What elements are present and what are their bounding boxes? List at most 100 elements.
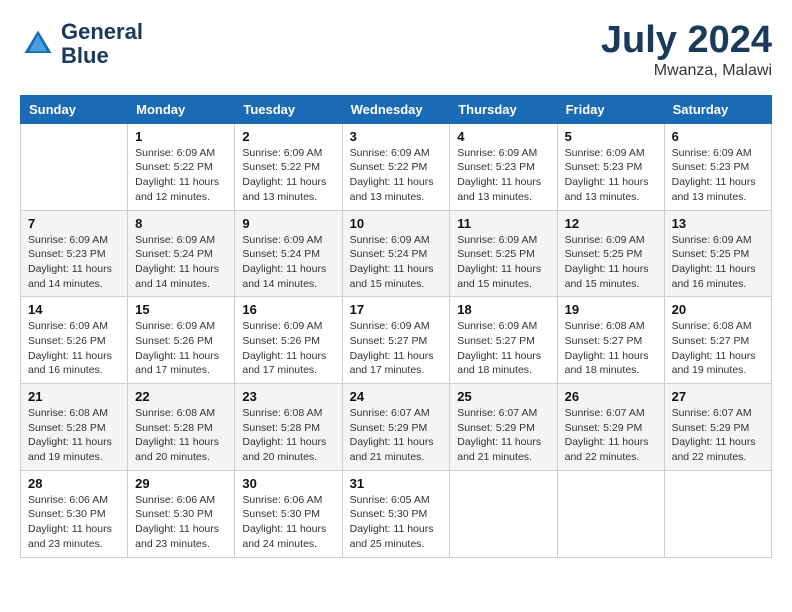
day-info: Sunrise: 6:09 AM Sunset: 5:26 PM Dayligh… xyxy=(28,319,120,378)
day-number: 24 xyxy=(350,389,443,404)
sunset-text: Sunset: 5:27 PM xyxy=(350,335,428,347)
sunrise-text: Sunrise: 6:07 AM xyxy=(457,407,537,419)
calendar-cell: 13 Sunrise: 6:09 AM Sunset: 5:25 PM Dayl… xyxy=(664,210,771,297)
calendar-header-row: SundayMondayTuesdayWednesdayThursdayFrid… xyxy=(21,95,772,123)
sunrise-text: Sunrise: 6:09 AM xyxy=(350,234,430,246)
day-info: Sunrise: 6:09 AM Sunset: 5:25 PM Dayligh… xyxy=(565,233,657,292)
sunset-text: Sunset: 5:24 PM xyxy=(350,248,428,260)
day-info: Sunrise: 6:09 AM Sunset: 5:22 PM Dayligh… xyxy=(350,146,443,205)
daylight-text: Daylight: 11 hours and 13 minutes. xyxy=(242,176,326,203)
daylight-text: Daylight: 11 hours and 20 minutes. xyxy=(242,436,326,463)
daylight-text: Daylight: 11 hours and 20 minutes. xyxy=(135,436,219,463)
calendar-cell: 30 Sunrise: 6:06 AM Sunset: 5:30 PM Dayl… xyxy=(235,470,342,557)
calendar-week-row: 28 Sunrise: 6:06 AM Sunset: 5:30 PM Dayl… xyxy=(21,470,772,557)
calendar-cell: 28 Sunrise: 6:06 AM Sunset: 5:30 PM Dayl… xyxy=(21,470,128,557)
sunset-text: Sunset: 5:23 PM xyxy=(28,248,106,260)
calendar-week-row: 1 Sunrise: 6:09 AM Sunset: 5:22 PM Dayli… xyxy=(21,123,772,210)
day-info: Sunrise: 6:09 AM Sunset: 5:23 PM Dayligh… xyxy=(672,146,764,205)
daylight-text: Daylight: 11 hours and 12 minutes. xyxy=(135,176,219,203)
title-block: July 2024 Mwanza, Malawi xyxy=(601,20,772,80)
sunset-text: Sunset: 5:30 PM xyxy=(28,508,106,520)
daylight-text: Daylight: 11 hours and 17 minutes. xyxy=(242,350,326,377)
day-info: Sunrise: 6:08 AM Sunset: 5:27 PM Dayligh… xyxy=(672,319,764,378)
day-number: 31 xyxy=(350,476,443,491)
sunrise-text: Sunrise: 6:09 AM xyxy=(135,320,215,332)
sunset-text: Sunset: 5:27 PM xyxy=(565,335,643,347)
sunset-text: Sunset: 5:27 PM xyxy=(672,335,750,347)
day-of-week-header: Monday xyxy=(128,95,235,123)
calendar-cell xyxy=(557,470,664,557)
sunset-text: Sunset: 5:26 PM xyxy=(28,335,106,347)
sunrise-text: Sunrise: 6:06 AM xyxy=(135,494,215,506)
calendar-cell xyxy=(21,123,128,210)
daylight-text: Daylight: 11 hours and 15 minutes. xyxy=(565,263,649,290)
sunset-text: Sunset: 5:30 PM xyxy=(242,508,320,520)
calendar-cell: 23 Sunrise: 6:08 AM Sunset: 5:28 PM Dayl… xyxy=(235,384,342,471)
sunrise-text: Sunrise: 6:07 AM xyxy=(672,407,752,419)
sunrise-text: Sunrise: 6:09 AM xyxy=(242,234,322,246)
daylight-text: Daylight: 11 hours and 25 minutes. xyxy=(350,523,434,550)
day-number: 22 xyxy=(135,389,227,404)
day-of-week-header: Saturday xyxy=(664,95,771,123)
daylight-text: Daylight: 11 hours and 18 minutes. xyxy=(457,350,541,377)
daylight-text: Daylight: 11 hours and 17 minutes. xyxy=(350,350,434,377)
sunset-text: Sunset: 5:25 PM xyxy=(672,248,750,260)
calendar-cell: 15 Sunrise: 6:09 AM Sunset: 5:26 PM Dayl… xyxy=(128,297,235,384)
day-info: Sunrise: 6:09 AM Sunset: 5:24 PM Dayligh… xyxy=(350,233,443,292)
daylight-text: Daylight: 11 hours and 22 minutes. xyxy=(672,436,756,463)
calendar-cell: 11 Sunrise: 6:09 AM Sunset: 5:25 PM Dayl… xyxy=(450,210,557,297)
sunrise-text: Sunrise: 6:08 AM xyxy=(135,407,215,419)
location: Mwanza, Malawi xyxy=(601,62,772,80)
daylight-text: Daylight: 11 hours and 13 minutes. xyxy=(457,176,541,203)
day-info: Sunrise: 6:06 AM Sunset: 5:30 PM Dayligh… xyxy=(28,493,120,552)
sunrise-text: Sunrise: 6:09 AM xyxy=(565,234,645,246)
calendar-cell xyxy=(664,470,771,557)
day-info: Sunrise: 6:09 AM Sunset: 5:23 PM Dayligh… xyxy=(457,146,549,205)
day-info: Sunrise: 6:06 AM Sunset: 5:30 PM Dayligh… xyxy=(135,493,227,552)
day-number: 27 xyxy=(672,389,764,404)
day-of-week-header: Thursday xyxy=(450,95,557,123)
calendar-cell: 16 Sunrise: 6:09 AM Sunset: 5:26 PM Dayl… xyxy=(235,297,342,384)
daylight-text: Daylight: 11 hours and 15 minutes. xyxy=(350,263,434,290)
sunset-text: Sunset: 5:29 PM xyxy=(350,422,428,434)
sunrise-text: Sunrise: 6:08 AM xyxy=(242,407,322,419)
day-info: Sunrise: 6:08 AM Sunset: 5:27 PM Dayligh… xyxy=(565,319,657,378)
day-number: 5 xyxy=(565,129,657,144)
calendar-cell: 7 Sunrise: 6:09 AM Sunset: 5:23 PM Dayli… xyxy=(21,210,128,297)
calendar-cell: 29 Sunrise: 6:06 AM Sunset: 5:30 PM Dayl… xyxy=(128,470,235,557)
logo-text: General Blue xyxy=(61,20,143,68)
calendar-cell: 5 Sunrise: 6:09 AM Sunset: 5:23 PM Dayli… xyxy=(557,123,664,210)
calendar-cell: 8 Sunrise: 6:09 AM Sunset: 5:24 PM Dayli… xyxy=(128,210,235,297)
day-number: 18 xyxy=(457,302,549,317)
day-number: 4 xyxy=(457,129,549,144)
daylight-text: Daylight: 11 hours and 14 minutes. xyxy=(242,263,326,290)
sunset-text: Sunset: 5:23 PM xyxy=(672,161,750,173)
sunrise-text: Sunrise: 6:07 AM xyxy=(350,407,430,419)
calendar-cell: 17 Sunrise: 6:09 AM Sunset: 5:27 PM Dayl… xyxy=(342,297,450,384)
sunset-text: Sunset: 5:25 PM xyxy=(565,248,643,260)
day-number: 25 xyxy=(457,389,549,404)
calendar-cell: 21 Sunrise: 6:08 AM Sunset: 5:28 PM Dayl… xyxy=(21,384,128,471)
day-of-week-header: Sunday xyxy=(21,95,128,123)
daylight-text: Daylight: 11 hours and 13 minutes. xyxy=(350,176,434,203)
day-info: Sunrise: 6:08 AM Sunset: 5:28 PM Dayligh… xyxy=(242,406,334,465)
calendar-week-row: 14 Sunrise: 6:09 AM Sunset: 5:26 PM Dayl… xyxy=(21,297,772,384)
daylight-text: Daylight: 11 hours and 14 minutes. xyxy=(135,263,219,290)
day-info: Sunrise: 6:09 AM Sunset: 5:25 PM Dayligh… xyxy=(672,233,764,292)
sunset-text: Sunset: 5:25 PM xyxy=(457,248,535,260)
sunset-text: Sunset: 5:29 PM xyxy=(672,422,750,434)
day-info: Sunrise: 6:07 AM Sunset: 5:29 PM Dayligh… xyxy=(350,406,443,465)
day-number: 30 xyxy=(242,476,334,491)
sunset-text: Sunset: 5:29 PM xyxy=(457,422,535,434)
daylight-text: Daylight: 11 hours and 21 minutes. xyxy=(350,436,434,463)
day-info: Sunrise: 6:09 AM Sunset: 5:22 PM Dayligh… xyxy=(135,146,227,205)
day-info: Sunrise: 6:09 AM Sunset: 5:26 PM Dayligh… xyxy=(242,319,334,378)
sunset-text: Sunset: 5:28 PM xyxy=(135,422,213,434)
day-info: Sunrise: 6:07 AM Sunset: 5:29 PM Dayligh… xyxy=(457,406,549,465)
sunset-text: Sunset: 5:22 PM xyxy=(242,161,320,173)
calendar-cell: 19 Sunrise: 6:08 AM Sunset: 5:27 PM Dayl… xyxy=(557,297,664,384)
calendar-week-row: 21 Sunrise: 6:08 AM Sunset: 5:28 PM Dayl… xyxy=(21,384,772,471)
day-info: Sunrise: 6:07 AM Sunset: 5:29 PM Dayligh… xyxy=(565,406,657,465)
sunset-text: Sunset: 5:30 PM xyxy=(135,508,213,520)
sunset-text: Sunset: 5:24 PM xyxy=(242,248,320,260)
